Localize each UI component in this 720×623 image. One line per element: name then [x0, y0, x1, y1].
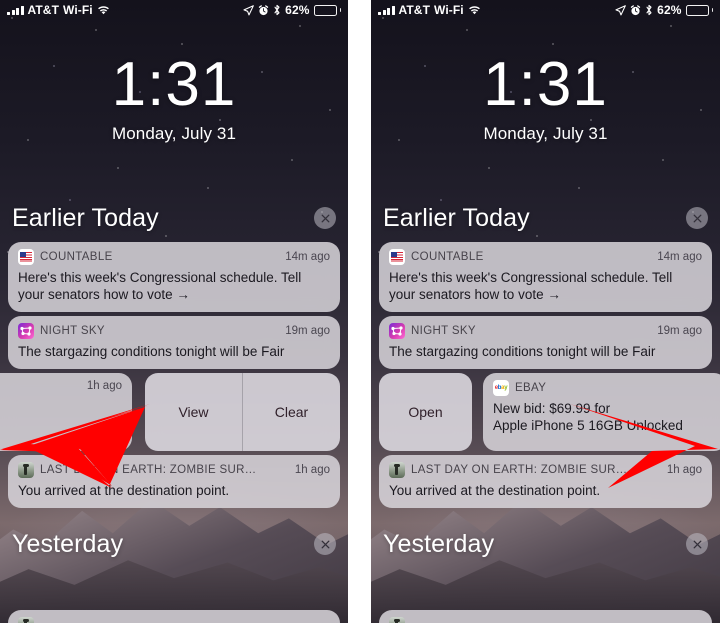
- notification-card-countable[interactable]: COUNTABLE 14m ago Here's this week's Con…: [8, 242, 340, 312]
- notification-card-countable[interactable]: COUNTABLE 14m ago Here's this week's Con…: [379, 242, 712, 312]
- clock-time: 1:31: [483, 50, 608, 119]
- notification-app-name: EBAY: [515, 382, 547, 394]
- view-button[interactable]: View: [145, 373, 242, 451]
- notification-list: Earlier Today COUNTABLE 14m ago Here's t…: [0, 198, 348, 623]
- alarm-clock-icon: [630, 4, 641, 16]
- notification-app-name: COUNTABLE: [40, 251, 113, 263]
- wifi-icon: [468, 5, 481, 15]
- screenshot-stage: AT&T Wi-Fi 62% 1:31 Monday, July 31 Earl…: [0, 0, 720, 623]
- zombie-game-app-icon: [18, 462, 34, 478]
- cellular-bars-icon: [378, 5, 395, 15]
- battery-icon: [313, 4, 341, 16]
- location-arrow-icon: [615, 4, 627, 16]
- lock-screen-clock: 1:31 Monday, July 31: [371, 52, 720, 144]
- section-header-earlier-today: Earlier Today: [0, 198, 348, 238]
- notification-body: Here's this week's Congressional schedul…: [389, 270, 673, 302]
- notification-body-line1: New bid: $69.99 for: [493, 401, 611, 416]
- notification-body: Here's this week's Congressional schedul…: [18, 270, 302, 302]
- lock-screen-clock: 1:31 Monday, July 31: [0, 52, 348, 144]
- section-title: Earlier Today: [383, 203, 530, 232]
- notification-timestamp: 1h ago: [666, 464, 702, 476]
- constellation-app-icon: [18, 323, 34, 339]
- clear-button[interactable]: Clear: [242, 373, 340, 451]
- notification-timestamp: 1h ago: [86, 380, 122, 392]
- notification-timestamp: 14m ago: [285, 251, 330, 263]
- status-bar: AT&T Wi-Fi 62%: [371, 0, 720, 20]
- battery-percent-label: 62%: [285, 3, 310, 17]
- notification-body: You arrived at the destination point.: [389, 483, 601, 498]
- cellular-bars-icon: [7, 5, 24, 15]
- close-icon[interactable]: [686, 207, 708, 229]
- section-title: Earlier Today: [12, 203, 159, 232]
- battery-icon: [685, 4, 713, 16]
- notification-body-line2: Apple iPhone 5 16GB Unlocked: [493, 418, 683, 433]
- network-label: Wi-Fi: [63, 3, 93, 17]
- location-arrow-icon: [243, 4, 255, 16]
- notification-card-ebay[interactable]: ebay EBAY New bid: $69.99 for Apple iPho…: [483, 373, 720, 451]
- close-icon[interactable]: [314, 533, 336, 555]
- notification-app-name: NIGHT SKY: [40, 325, 105, 337]
- ebay-app-icon: ebay: [493, 380, 509, 396]
- zombie-game-app-icon: [389, 462, 405, 478]
- alarm-clock-icon: [258, 4, 269, 16]
- us-flag-app-icon: [18, 249, 34, 265]
- network-label: Wi-Fi: [434, 3, 464, 17]
- carrier-label: AT&T: [398, 3, 431, 17]
- notification-list: Earlier Today COUNTABLE 14m ago Here's t…: [371, 198, 720, 623]
- notification-card-ebay[interactable]: 1h ago ed: [0, 373, 132, 451]
- app-icon-partial: [18, 617, 34, 623]
- close-icon[interactable]: [686, 533, 708, 555]
- notification-timestamp: 19m ago: [285, 325, 330, 337]
- notification-card-night-sky[interactable]: NIGHT SKY 19m ago The stargazing conditi…: [8, 316, 340, 369]
- wifi-icon: [97, 5, 110, 15]
- notification-app-name: LAST DAY ON EARTH: ZOMBIE SURVIV…: [411, 464, 633, 476]
- clock-time: 1:31: [111, 50, 237, 119]
- section-header-earlier-today: Earlier Today: [371, 198, 720, 238]
- notification-body: You arrived at the destination point.: [18, 483, 230, 498]
- notification-app-name: NIGHT SKY: [411, 325, 476, 337]
- left-phone-screenshot: AT&T Wi-Fi 62% 1:31 Monday, July 31 Earl…: [0, 0, 348, 623]
- carrier-label: AT&T: [27, 3, 60, 17]
- notification-timestamp: 14m ago: [657, 251, 702, 263]
- right-phone-screenshot: AT&T Wi-Fi 62% 1:31 Monday, July 31 Earl…: [371, 0, 720, 623]
- us-flag-app-icon: [389, 249, 405, 265]
- notification-card-partial[interactable]: [379, 610, 712, 623]
- notification-row-ebay-swiped-right[interactable]: Open ebay EBAY New bid: $69.99 for Apple…: [379, 373, 720, 451]
- notification-body: The stargazing conditions tonight will b…: [389, 344, 656, 359]
- constellation-app-icon: [389, 323, 405, 339]
- clock-date: Monday, July 31: [483, 124, 608, 143]
- notification-card-night-sky[interactable]: NIGHT SKY 19m ago The stargazing conditi…: [379, 316, 712, 369]
- notification-timestamp: 19m ago: [657, 325, 702, 337]
- clock-date: Monday, July 31: [111, 124, 237, 143]
- notification-card-partial[interactable]: [8, 610, 340, 623]
- open-button[interactable]: Open: [379, 373, 472, 451]
- app-icon-partial: [389, 617, 405, 623]
- section-header-yesterday: Yesterday: [0, 524, 348, 564]
- section-title: Yesterday: [12, 529, 124, 558]
- notification-timestamp: 1h ago: [294, 464, 330, 476]
- section-header-yesterday: Yesterday: [371, 524, 720, 564]
- notification-card-zombie[interactable]: LAST DAY ON EARTH: ZOMBIE SURVIV… 1h ago…: [8, 455, 340, 508]
- notification-app-name: LAST DAY ON EARTH: ZOMBIE SURVIV…: [40, 464, 262, 476]
- section-title: Yesterday: [383, 529, 495, 558]
- panel-divider: [348, 0, 371, 623]
- bluetooth-icon: [645, 4, 653, 16]
- battery-percent-label: 62%: [657, 3, 682, 17]
- notification-app-name: COUNTABLE: [411, 251, 484, 263]
- status-bar: AT&T Wi-Fi 62%: [0, 0, 348, 20]
- notification-body-truncated: ed: [106, 415, 122, 430]
- swipe-actions-container: Open: [379, 373, 472, 451]
- close-icon[interactable]: [314, 207, 336, 229]
- notification-row-ebay-swiped-left[interactable]: 1h ago ed View Clear: [0, 373, 340, 451]
- notification-card-zombie[interactable]: LAST DAY ON EARTH: ZOMBIE SURVIV… 1h ago…: [379, 455, 712, 508]
- bluetooth-icon: [273, 4, 281, 16]
- swipe-actions-container: View Clear: [145, 373, 340, 451]
- notification-body: The stargazing conditions tonight will b…: [18, 344, 285, 359]
